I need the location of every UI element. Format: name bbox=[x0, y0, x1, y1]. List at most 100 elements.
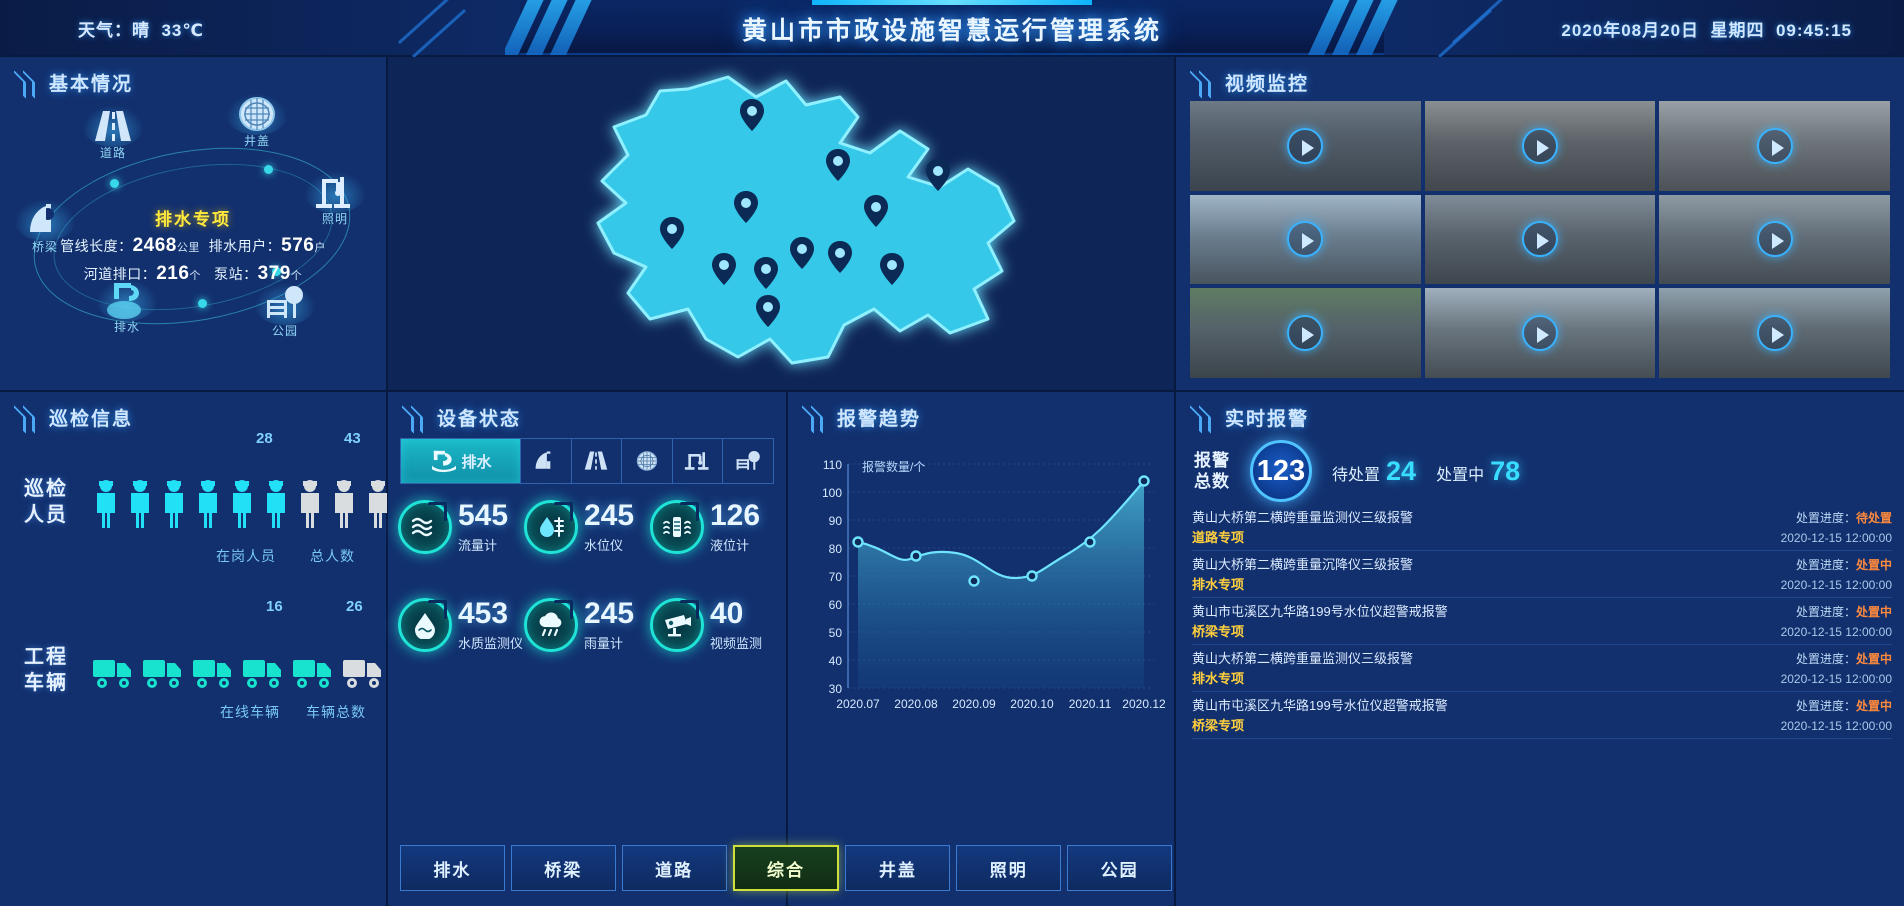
device-stat-label: 流量计 bbox=[458, 537, 498, 553]
video-cell[interactable] bbox=[1424, 194, 1656, 285]
video-monitor-panel: 视频监控 bbox=[1176, 57, 1904, 390]
alarm-time: 2020-12-15 12:00:00 bbox=[1780, 719, 1892, 733]
play-icon[interactable] bbox=[1521, 315, 1558, 352]
bottom-tab-lighting[interactable]: 照明 bbox=[956, 845, 1062, 891]
inspection-info-header: 巡检信息 bbox=[0, 392, 386, 431]
person-icon bbox=[131, 480, 149, 528]
chevron-right-icon bbox=[14, 409, 40, 427]
realtime-alarm-list[interactable]: 黄山大桥第二横跨重量监测仪三级报警 处置进度： 待处置 道路专项 2020-12-… bbox=[1192, 504, 1892, 896]
device-tab-manhole[interactable] bbox=[622, 439, 673, 483]
device-status-panel: 设备状态 排水 545 流量计 245 水位仪 126 液位计 453 水质监测… bbox=[388, 392, 786, 906]
label-line-1: 工程 bbox=[24, 646, 68, 668]
label-line-2: 总数 bbox=[1194, 472, 1230, 491]
bottom-tab-park[interactable]: 公园 bbox=[1067, 845, 1173, 891]
alarm-progress-value: 待处置 bbox=[1855, 511, 1892, 525]
video-cell[interactable] bbox=[1659, 194, 1890, 285]
device-stat-video-monitor[interactable]: 40 视频监测 bbox=[650, 598, 776, 652]
streetlight-icon bbox=[684, 452, 709, 470]
device-stat-label: 视频监测 bbox=[710, 635, 763, 651]
play-icon[interactable] bbox=[1756, 221, 1793, 258]
alarm-message: 黄山市屯溪区九华路199号水位仪超警戒报警 bbox=[1192, 604, 1448, 619]
alarm-processing-label: 处置中 bbox=[1436, 466, 1485, 484]
device-stat-liquid-level[interactable]: 126 液位计 bbox=[650, 500, 776, 554]
personnel-total-count: 43 bbox=[344, 430, 361, 447]
city-map[interactable] bbox=[388, 57, 1174, 390]
vehicle-total-label: 车辆总数 bbox=[306, 704, 366, 720]
date-value: 2020年08月20日 bbox=[1561, 21, 1700, 40]
vehicle-pictogram-group bbox=[92, 656, 436, 690]
video-monitor-title: 视频监控 bbox=[1225, 74, 1310, 95]
stat-label: 排水用户： bbox=[208, 238, 282, 254]
alarm-list-item[interactable]: 黄山大桥第二横跨重量沉降仪三级报警 处置进度：处置中 排水专项 2020-12-… bbox=[1192, 551, 1892, 598]
svg-text:50: 50 bbox=[829, 626, 843, 640]
personnel-active-label: 在岗人员 bbox=[216, 548, 276, 564]
chart-area-fill bbox=[858, 481, 1144, 688]
video-cell[interactable] bbox=[1424, 101, 1656, 191]
play-icon[interactable] bbox=[1287, 315, 1324, 352]
alarm-time: 2020-12-15 12:00:00 bbox=[1780, 578, 1892, 592]
alarm-processing-value: 78 bbox=[1490, 455, 1521, 486]
person-icon bbox=[335, 480, 353, 528]
alarm-progress-label: 处置进度： bbox=[1795, 558, 1856, 572]
device-tab-road[interactable] bbox=[572, 439, 623, 483]
play-icon[interactable] bbox=[1287, 221, 1324, 258]
bottom-tab-comprehensive[interactable]: 综合 bbox=[732, 845, 840, 891]
device-stat-rain-gauge[interactable]: 245 雨量计 bbox=[524, 598, 650, 652]
device-tab-bridge[interactable] bbox=[521, 439, 572, 483]
basic-node-manhole[interactable]: 井盖 bbox=[218, 93, 296, 149]
play-icon[interactable] bbox=[1521, 127, 1558, 164]
bottom-tab-manhole[interactable]: 井盖 bbox=[845, 845, 951, 891]
bottom-tab-drainage[interactable]: 排水 bbox=[400, 845, 505, 891]
basic-node-park[interactable]: 公园 bbox=[246, 283, 324, 339]
device-stat-label: 水位仪 bbox=[584, 537, 624, 553]
alarm-message: 黄山市屯溪区九华路199号水位仪超警戒报警 bbox=[1192, 698, 1448, 713]
play-icon[interactable] bbox=[1521, 221, 1558, 258]
bottom-tab-bridge[interactable]: 桥梁 bbox=[510, 845, 616, 891]
video-cell[interactable] bbox=[1659, 288, 1890, 378]
play-icon[interactable] bbox=[1756, 127, 1793, 164]
video-cell[interactable] bbox=[1190, 101, 1421, 191]
basic-node-drainage[interactable]: 排水 bbox=[88, 279, 166, 335]
device-tab-park[interactable] bbox=[723, 439, 773, 483]
device-tab-drainage[interactable]: 排水 bbox=[401, 439, 522, 483]
basic-node-road[interactable]: 道路 bbox=[74, 105, 152, 161]
alarm-progress-label: 处置进度： bbox=[1795, 605, 1856, 619]
device-stats-grid: 545 流量计 245 水位仪 126 液位计 453 水质监测仪 245 雨量… bbox=[398, 500, 776, 652]
device-status-header: 设备状态 bbox=[388, 392, 786, 431]
alarm-category: 道路专项 bbox=[1192, 530, 1245, 545]
device-stat-water-quality[interactable]: 453 水质监测仪 bbox=[398, 598, 524, 652]
drainage-icon bbox=[96, 279, 158, 321]
park-icon bbox=[254, 283, 316, 325]
video-cell[interactable] bbox=[1190, 194, 1421, 285]
play-icon[interactable] bbox=[1287, 127, 1324, 164]
alarm-progress: 处置进度：处置中 bbox=[1796, 697, 1892, 714]
inspection-vehicle-label: 工程 车辆 bbox=[24, 644, 86, 696]
play-icon[interactable] bbox=[1756, 315, 1793, 352]
device-stat-flow-meter[interactable]: 545 流量计 bbox=[398, 500, 524, 554]
device-stat-water-level[interactable]: 245 水位仪 bbox=[524, 500, 650, 554]
device-tab-lighting[interactable] bbox=[673, 439, 724, 483]
alarm-list-item[interactable]: 黄山市屯溪区九华路199号水位仪超警戒报警 处置进度：处置中 桥梁专项 2020… bbox=[1192, 692, 1892, 739]
svg-text:2020.08: 2020.08 bbox=[894, 697, 938, 711]
video-cell[interactable] bbox=[1659, 101, 1890, 191]
alarm-list-item[interactable]: 黄山大桥第二横跨重量监测仪三级报警 处置进度：处置中 排水专项 2020-12-… bbox=[1192, 645, 1892, 692]
alarm-message: 黄山大桥第二横跨重量监测仪三级报警 bbox=[1192, 651, 1414, 666]
alarm-time: 2020-12-15 12:00:00 bbox=[1780, 531, 1892, 545]
bottom-tab-bar: 排水 桥梁 道路 综合 井盖 照明 公园 bbox=[400, 845, 1173, 891]
city-map-panel[interactable] bbox=[388, 57, 1174, 390]
bottom-tab-road[interactable]: 道路 bbox=[621, 845, 727, 891]
video-cell[interactable] bbox=[1190, 288, 1421, 378]
chevron-right-icon bbox=[1190, 409, 1216, 427]
svg-text:100: 100 bbox=[822, 486, 842, 500]
person-icon bbox=[165, 480, 183, 528]
alarm-category: 桥梁专项 bbox=[1192, 624, 1245, 639]
alarm-list-item[interactable]: 黄山大桥第二横跨重量监测仪三级报警 处置进度：待处置 道路专项 2020-12-… bbox=[1192, 504, 1892, 551]
chevron-right-icon bbox=[402, 409, 428, 427]
truck-icon bbox=[343, 660, 381, 688]
video-cell[interactable] bbox=[1424, 288, 1656, 378]
flow-meter-icon bbox=[398, 500, 452, 554]
device-stat-label: 雨量计 bbox=[584, 635, 624, 651]
vehicle-total-count: 26 bbox=[346, 598, 363, 615]
device-status-title: 设备状态 bbox=[437, 409, 522, 430]
alarm-list-item[interactable]: 黄山市屯溪区九华路199号水位仪超警戒报警 处置进度：处置中 桥梁专项 2020… bbox=[1192, 598, 1892, 645]
